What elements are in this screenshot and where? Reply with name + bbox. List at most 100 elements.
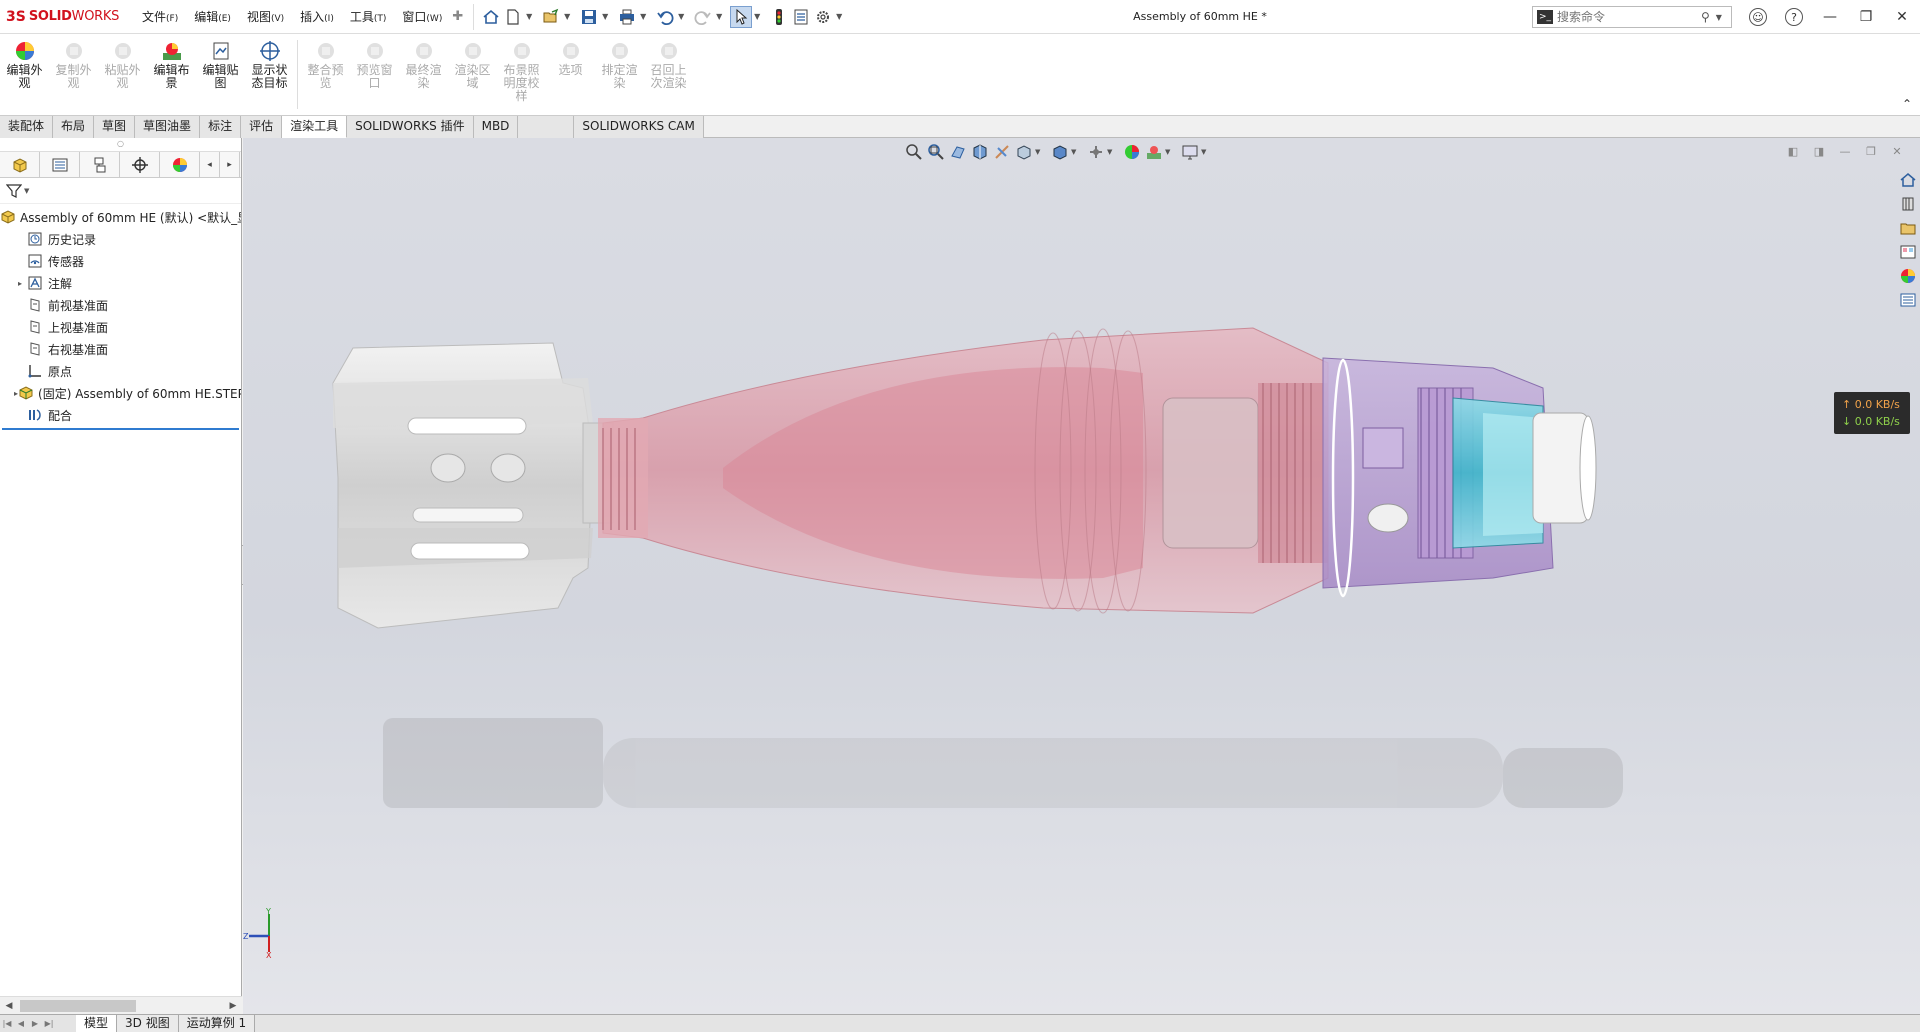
schedule-render-button[interactable]: 排定渲染 [595,34,644,115]
render-region-button[interactable]: 渲染区域 [448,34,497,115]
apply-scene-dropdown-icon[interactable]: ▼ [1165,148,1173,156]
hide-show-items-icon[interactable] [1085,141,1107,163]
recall-last-render-button[interactable]: 召回上次渲染 [644,34,693,115]
home-icon[interactable] [480,6,502,28]
tab-2[interactable]: 草图 [94,116,136,138]
panel-grip[interactable]: ○ [0,138,241,152]
file-properties-icon[interactable] [790,6,812,28]
tree-node[interactable]: 传感器 [0,250,241,272]
tab-5[interactable]: 评估 [241,116,283,138]
last-tab-icon[interactable]: ▶| [42,1019,56,1028]
viewport-restore-button[interactable]: ❐ [1858,140,1884,162]
open-icon[interactable] [540,6,562,28]
select-dropdown-icon[interactable]: ▼ [752,12,762,21]
preview-window-button[interactable]: 预览窗口 [350,34,399,115]
bottom-tab-0[interactable]: 模型 [76,1014,118,1032]
appearances-scenes-icon[interactable] [1896,264,1920,288]
new-dropdown-icon[interactable]: ▼ [524,12,534,21]
redo-dropdown-icon[interactable]: ▼ [714,12,724,21]
section-view-icon[interactable] [969,141,991,163]
solidworks-resources-icon[interactable] [1896,168,1920,192]
restore-button[interactable]: ❐ [1848,0,1884,34]
tab-6[interactable]: 渲染工具 [282,116,348,138]
close-button[interactable]: ✕ [1884,0,1920,34]
options-button[interactable]: 选项 [546,34,595,115]
traffic-light-icon[interactable] [768,6,790,28]
view-settings-dropdown-icon[interactable]: ▼ [1201,148,1209,156]
property-manager-tab-icon[interactable] [40,152,80,178]
options-gear-icon[interactable] [812,6,834,28]
dimxpert-manager-tab-icon[interactable] [120,152,160,178]
previous-view-icon[interactable] [947,141,969,163]
edit-decal-button[interactable]: 编辑贴图 [196,34,245,115]
zoom-to-fit-icon[interactable] [903,141,925,163]
view-palette-icon[interactable] [1896,240,1920,264]
expand-arrow-icon[interactable]: ▸ [14,279,26,288]
tree-node[interactable]: 前视基准面 [0,294,241,316]
tree-node[interactable]: 右视基准面 [0,338,241,360]
copy-appearance-button[interactable]: 复制外观 [49,34,98,115]
display-state-target-button[interactable]: 显示状态目标 [245,34,294,115]
prev-tab-icon[interactable]: ◀ [14,1019,28,1028]
tab-9[interactable] [518,116,575,138]
menu-edit[interactable]: 编辑(E) [186,0,239,34]
tabs-scroll-left-icon[interactable]: ◂ [200,152,220,178]
custom-properties-icon[interactable] [1896,288,1920,312]
print-dropdown-icon[interactable]: ▼ [638,12,648,21]
viewport-minimize-button[interactable]: — [1832,140,1858,162]
help-icon[interactable]: ? [1776,0,1812,34]
tail-fin-assembly[interactable] [332,342,614,629]
tree-node[interactable]: ▸ 注解 [0,272,241,294]
menu-insert[interactable]: 插入(I) [292,0,342,34]
nose-cone[interactable] [1452,397,1597,549]
tabs-scroll-right-icon[interactable]: ▸ [220,152,240,178]
undo-dropdown-icon[interactable]: ▼ [676,12,686,21]
tree-node[interactable]: ▸(固定) Assembly of 60mm HE.STEP<1> [0,382,241,404]
open-dropdown-icon[interactable]: ▼ [562,12,572,21]
menu-window[interactable]: 窗口(W) [394,0,450,34]
tree-node[interactable]: 上视基准面 [0,316,241,338]
select-icon[interactable] [730,5,753,28]
feature-manager-tab-icon[interactable] [0,152,40,178]
first-tab-icon[interactable]: |◀ [0,1019,14,1028]
search-input[interactable] [1557,10,1697,24]
edit-appearance-button[interactable]: 编辑外观 [0,34,49,115]
save-dropdown-icon[interactable]: ▼ [600,12,610,21]
redo-icon[interactable] [692,6,714,28]
menu-tools[interactable]: 工具(T) [342,0,395,34]
tab-7[interactable]: SOLIDWORKS 插件 [347,116,474,138]
scroll-thumb[interactable] [20,999,136,1012]
tree-rollback-bar[interactable] [2,428,239,430]
solidworks-logo[interactable]: 3S SOLIDWORKS [6,9,134,25]
print-icon[interactable] [616,6,638,28]
tab-0[interactable]: 装配体 [0,116,54,138]
undo-icon[interactable] [654,6,676,28]
search-dropdown-icon[interactable]: ▼ [1716,13,1722,22]
panel-horizontal-scrollbar[interactable]: ◀ ▶ [0,996,242,1014]
dynamic-annotation-icon[interactable] [991,141,1013,163]
tab-4[interactable]: 标注 [200,116,242,138]
file-explorer-icon[interactable] [1896,216,1920,240]
design-library-icon[interactable] [1896,192,1920,216]
view-settings-icon[interactable] [1179,141,1201,163]
tab-3[interactable]: 草图油墨 [135,116,201,138]
pin-menu-icon[interactable]: ✚ [452,9,463,24]
viewport-split-icon[interactable]: ◨ [1806,140,1832,162]
zoom-area-icon[interactable] [925,141,947,163]
tree-node[interactable]: Assembly of 60mm HE (默认) <默认_显 [0,206,241,228]
collapse-ribbon-icon[interactable]: ⌃ [1902,97,1912,111]
final-render-button[interactable]: 最终渲染 [399,34,448,115]
tree-filter[interactable]: ▼ [0,178,241,204]
display-style-dropdown-icon[interactable]: ▼ [1071,148,1079,156]
scroll-right-icon[interactable]: ▶ [224,1001,242,1011]
display-manager-tab-icon[interactable] [160,152,200,178]
paste-appearance-button[interactable]: 粘贴外观 [98,34,147,115]
save-icon[interactable] [578,6,600,28]
search-box[interactable]: >_ ⚲ ▼ [1532,6,1732,28]
tree-node[interactable]: 原点 [0,360,241,382]
tab-10[interactable]: SOLIDWORKS CAM [574,116,704,138]
minimize-button[interactable]: — [1812,0,1848,34]
edit-scene-button[interactable]: 编辑布景 [147,34,196,115]
viewport-close-button[interactable]: ✕ [1884,140,1910,162]
search-icon[interactable]: ⚲ [1701,10,1710,24]
